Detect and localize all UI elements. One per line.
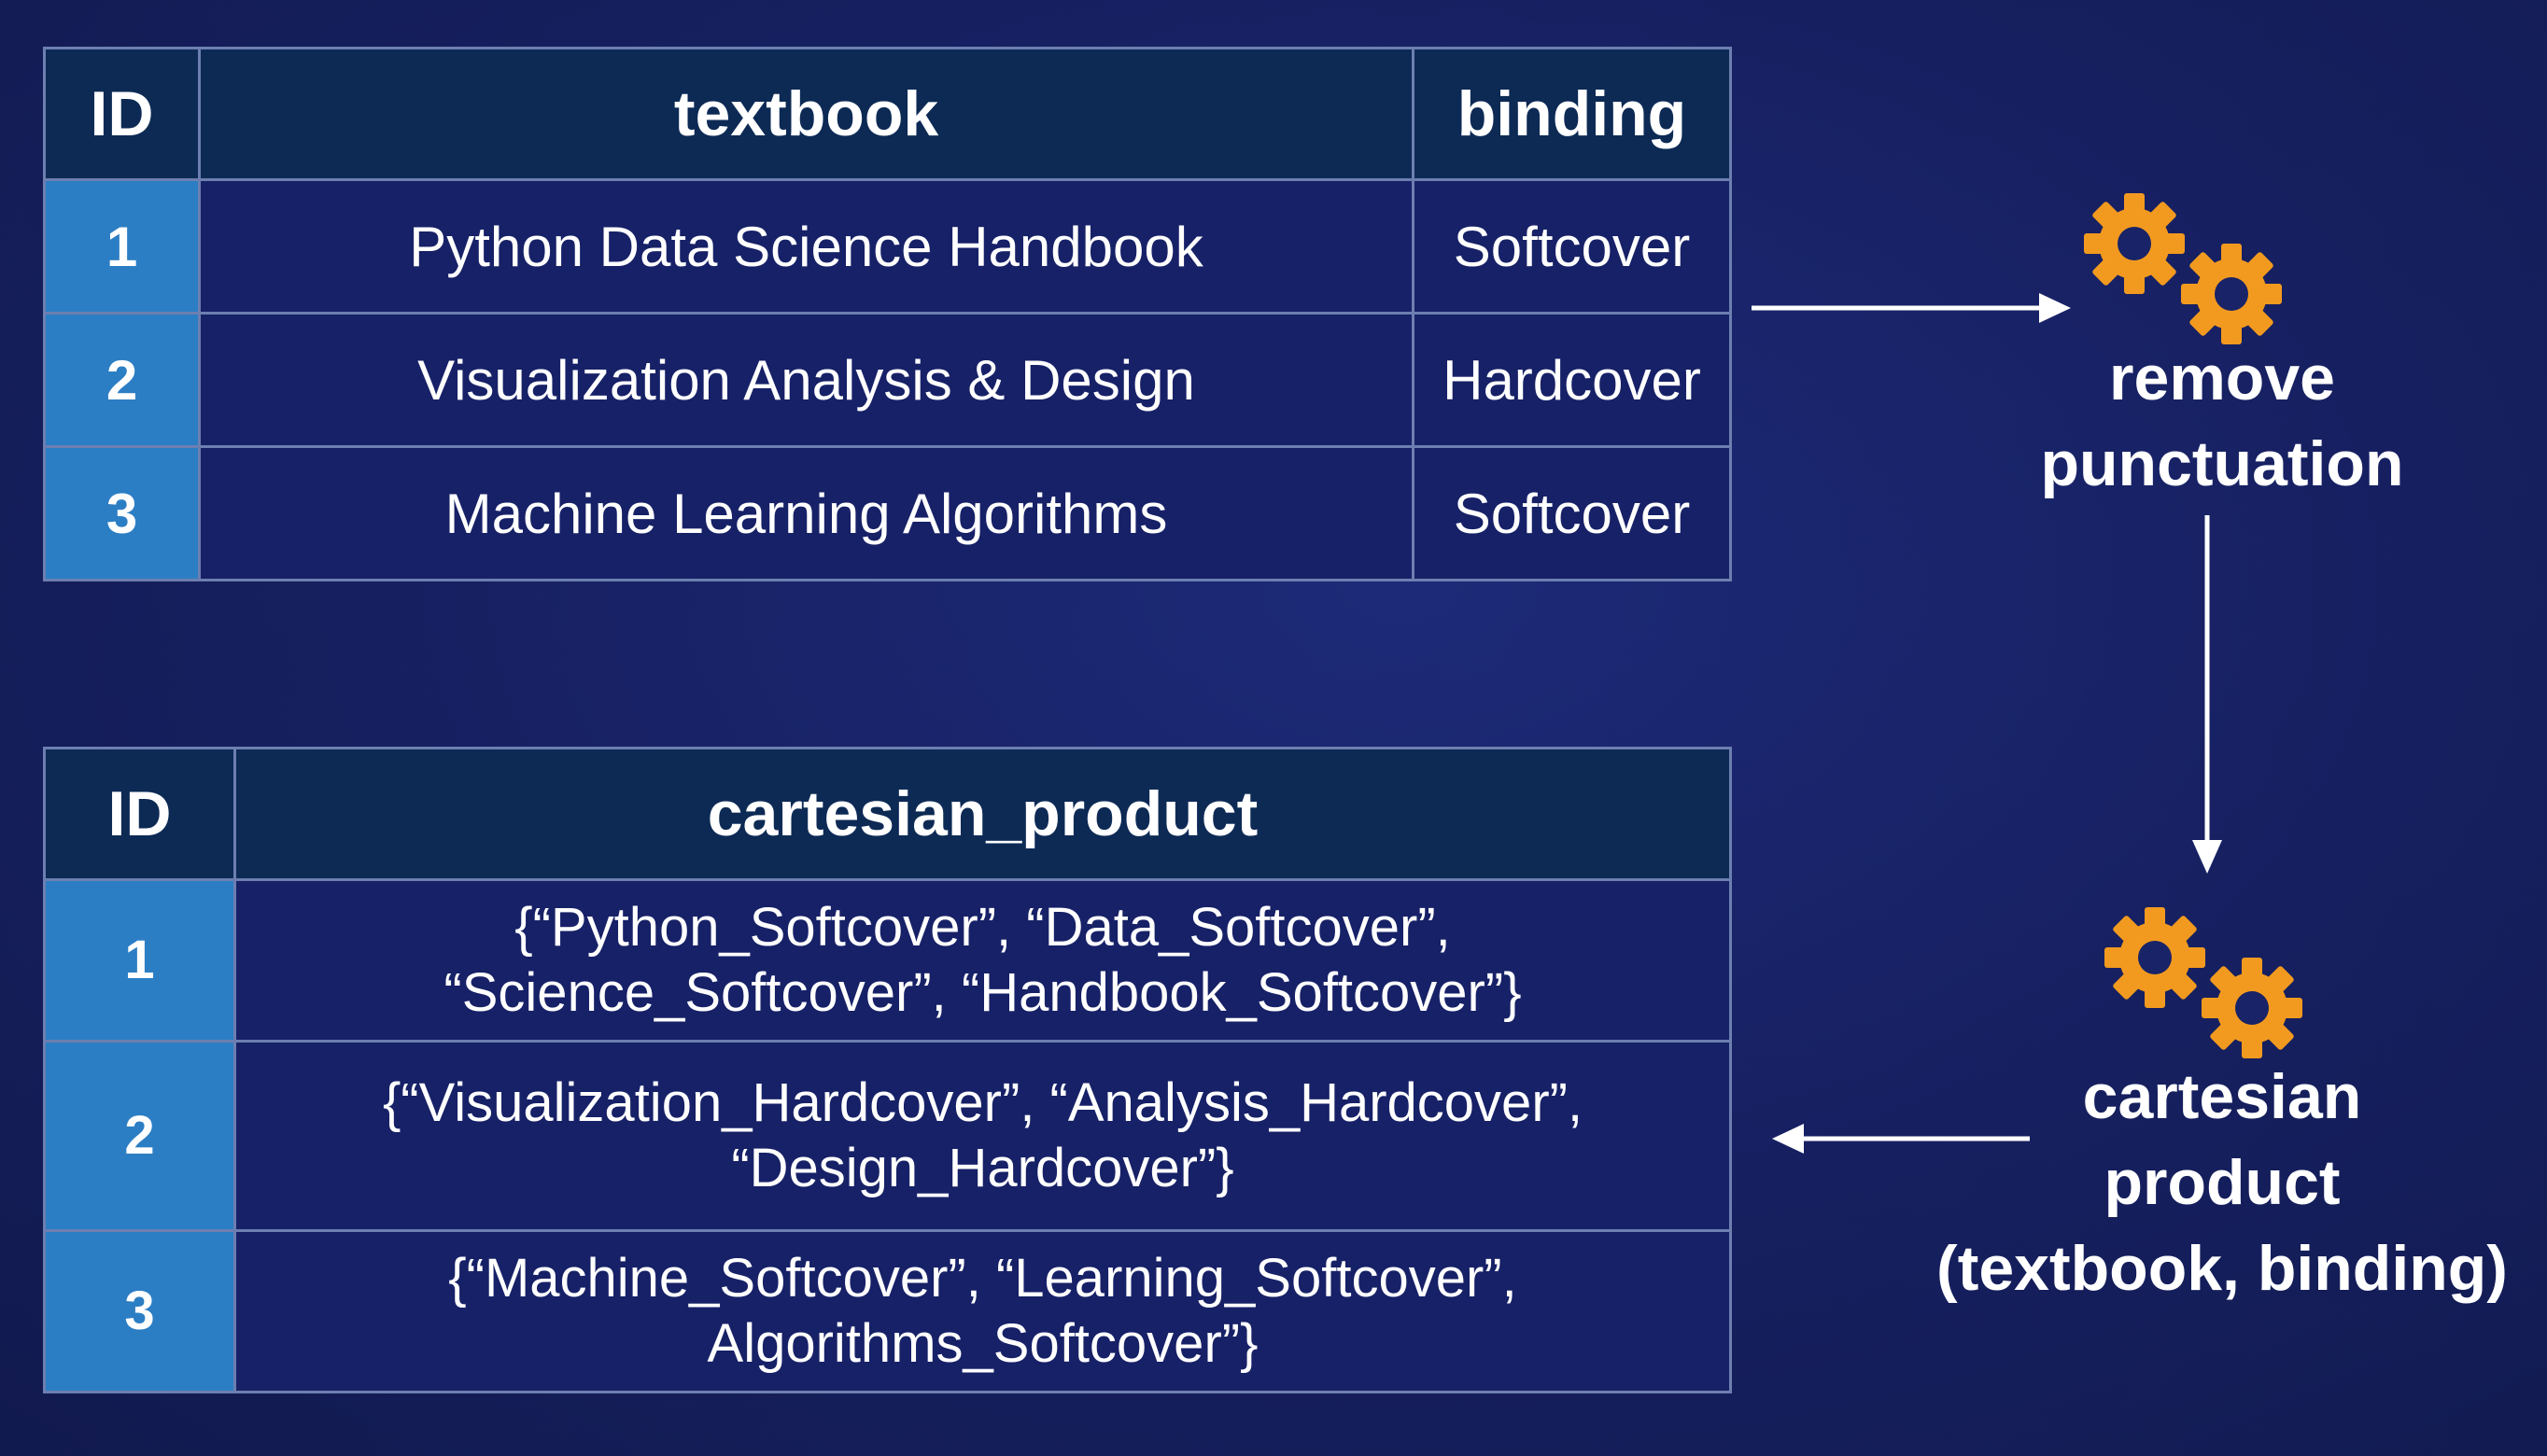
arrow-down-icon bbox=[2192, 515, 2222, 874]
textbook-cell: Python Data Science Handbook bbox=[198, 178, 1414, 315]
table-row: 1 Python Data Science Handbook Softcover bbox=[43, 178, 1732, 315]
gear-icon bbox=[2181, 244, 2282, 344]
cartesian-product-cell: {“Python_Softcover”, “Data_Softcover”, “… bbox=[233, 878, 1732, 1043]
result-table: ID cartesian_product 1 {“Python_Softcove… bbox=[43, 747, 1732, 1393]
source-header-id: ID bbox=[43, 47, 201, 181]
binding-cell: Hardcover bbox=[1412, 312, 1732, 448]
arrow-right-icon bbox=[1752, 293, 2071, 323]
source-header-textbook: textbook bbox=[198, 47, 1414, 181]
gears-icon bbox=[2104, 907, 2302, 1058]
row-id: 1 bbox=[43, 878, 236, 1043]
binding-cell: Softcover bbox=[1412, 445, 1732, 581]
binding-cell: Softcover bbox=[1412, 178, 1732, 315]
result-header-id: ID bbox=[43, 747, 236, 881]
table-row: 2 Visualization Analysis & Design Hardco… bbox=[43, 312, 1732, 448]
step-label-line: remove bbox=[2109, 343, 2335, 413]
table-row: 1 {“Python_Softcover”, “Data_Softcover”,… bbox=[43, 878, 1732, 1043]
cell-line: {“Machine_Softcover”, “Learning_Softcove… bbox=[448, 1248, 1517, 1309]
source-table-header-row: ID textbook binding bbox=[43, 47, 1732, 181]
textbook-cell: Machine Learning Algorithms bbox=[198, 445, 1414, 581]
table-row: 3 Machine Learning Algorithms Softcover bbox=[43, 445, 1732, 581]
cartesian-product-cell: {“Visualization_Hardcover”, “Analysis_Ha… bbox=[233, 1040, 1732, 1232]
table-row: 3 {“Machine_Softcover”, “Learning_Softco… bbox=[43, 1229, 1732, 1393]
cartesian-product-cell: {“Machine_Softcover”, “Learning_Softcove… bbox=[233, 1229, 1732, 1393]
step-label-line: punctuation bbox=[2040, 427, 2404, 499]
row-id: 2 bbox=[43, 312, 201, 448]
cell-line: “Design_Hardcover”} bbox=[731, 1138, 1234, 1198]
table-row: 2 {“Visualization_Hardcover”, “Analysis_… bbox=[43, 1040, 1732, 1232]
row-id: 3 bbox=[43, 1229, 236, 1393]
gear-icon bbox=[2084, 193, 2185, 294]
row-id: 3 bbox=[43, 445, 201, 581]
row-id: 1 bbox=[43, 178, 201, 315]
result-table-header-row: ID cartesian_product bbox=[43, 747, 1732, 881]
source-table: ID textbook binding 1 Python Data Scienc… bbox=[43, 47, 1732, 581]
gear-icon bbox=[2202, 958, 2302, 1058]
step-label-line: (textbook, binding) bbox=[1936, 1232, 2508, 1304]
source-header-binding: binding bbox=[1412, 47, 1732, 181]
cell-line: {“Visualization_Hardcover”, “Analysis_Ha… bbox=[382, 1072, 1583, 1134]
step-remove-punctuation: remove punctuation bbox=[1951, 336, 2493, 508]
cell-line: “Science_Softcover”, “Handbook_Softcover… bbox=[443, 962, 1522, 1023]
arrow-left-icon bbox=[1772, 1124, 2030, 1154]
cell-line: {“Python_Softcover”, “Data_Softcover”, bbox=[514, 897, 1451, 959]
step-cartesian-product: cartesian product (textbook, binding) bbox=[1895, 1055, 2547, 1311]
row-id: 2 bbox=[43, 1040, 236, 1232]
textbook-cell: Visualization Analysis & Design bbox=[198, 312, 1414, 448]
gears-icon bbox=[2084, 193, 2282, 344]
cell-line: Algorithms_Softcover”} bbox=[707, 1313, 1259, 1374]
result-header-cartesian-product: cartesian_product bbox=[233, 747, 1732, 881]
gear-icon bbox=[2104, 907, 2205, 1008]
